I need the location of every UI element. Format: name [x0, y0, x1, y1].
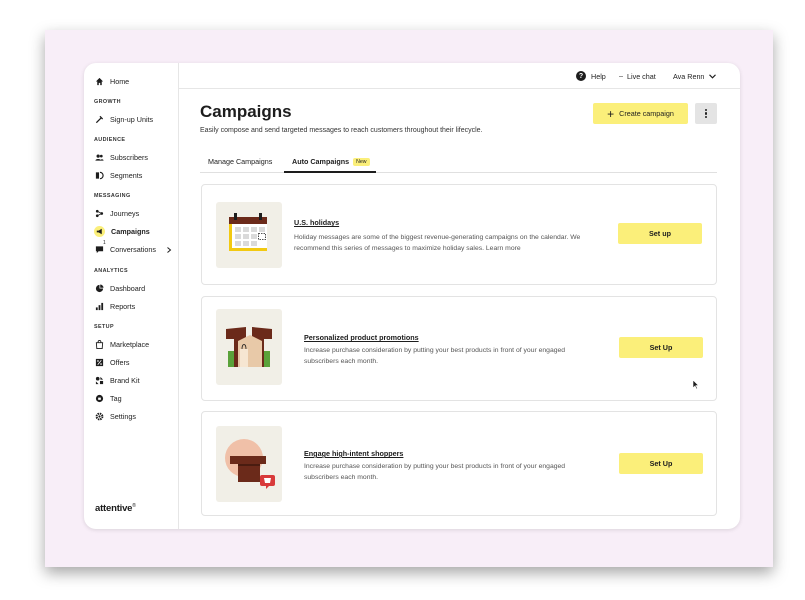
sidebar-item-label: Marketplace [110, 339, 150, 349]
live-chat-link[interactable]: Live chat [619, 70, 656, 82]
section-messaging: MESSAGING [94, 193, 131, 199]
sidebar-item-label: Settings [110, 411, 136, 421]
active-tab-indicator [284, 171, 376, 173]
help-icon: ? [576, 71, 586, 81]
setup-button[interactable]: Set up [618, 223, 702, 244]
tab-manage-campaigns[interactable]: Manage Campaigns [208, 157, 272, 166]
user-name: Ava Renn [673, 71, 705, 81]
sidebar-item-conversations[interactable]: 1 Conversations [94, 240, 156, 256]
journeys-icon [94, 208, 104, 218]
conversations-badge: 1 [103, 240, 106, 246]
tab-auto-campaigns[interactable]: Auto Campaigns New [292, 157, 370, 166]
sidebar-item-label: Home [110, 76, 130, 86]
tag-icon [94, 393, 104, 403]
card-title[interactable]: Personalized product promotions [304, 333, 419, 342]
campaign-tabs: Manage Campaigns Auto Campaigns New [200, 149, 717, 173]
create-campaign-label: Create campaign [619, 109, 674, 118]
section-setup: SETUP [94, 324, 114, 330]
sidebar-item-label: Dashboard [110, 283, 146, 293]
live-chat-icon [619, 75, 623, 77]
card-title[interactable]: U.S. holidays [294, 218, 339, 227]
new-badge: New [353, 158, 370, 166]
page-subtitle: Easily compose and send targeted message… [200, 127, 483, 134]
card-description: Holiday messages are some of the biggest… [294, 234, 581, 252]
sidebar-item-label: Offers [110, 357, 130, 367]
signup-units-icon [94, 114, 104, 124]
card-description: Increase purchase consideration by putti… [304, 463, 566, 481]
brand-kit-icon [94, 375, 104, 385]
chevron-right-icon[interactable] [166, 247, 172, 253]
live-chat-label: Live chat [627, 71, 656, 81]
sidebar-item-label: Campaigns [111, 226, 150, 236]
home-icon [94, 76, 104, 86]
chat-icon: 1 [94, 240, 106, 254]
section-audience: AUDIENCE [94, 137, 126, 143]
pie-chart-icon [94, 283, 104, 293]
campaign-card-high-intent-shoppers: Engage high-intent shoppers Increase pur… [201, 411, 717, 516]
gear-icon [94, 411, 104, 421]
shopping-bag-icon [94, 339, 104, 349]
segments-icon [94, 170, 104, 180]
sidebar-item-label: Subscribers [110, 152, 148, 162]
users-icon [94, 152, 104, 162]
offers-icon [94, 357, 104, 367]
sidebar-item-label: Conversations [110, 244, 156, 254]
sidebar-item-reports[interactable]: Reports [94, 299, 135, 313]
brand-logo: attentive® [95, 503, 136, 515]
sidebar-item-marketplace[interactable]: Marketplace [94, 337, 149, 351]
high-intent-shoppers-illustration [216, 426, 282, 502]
sidebar-item-label: Segments [110, 170, 143, 180]
plus-icon: + [607, 106, 615, 121]
sidebar-item-settings[interactable]: Settings [94, 409, 136, 423]
product-promotions-illustration [216, 309, 282, 385]
sidebar-item-label: Sign-up Units [110, 114, 154, 124]
create-campaign-button[interactable]: + Create campaign [593, 103, 688, 124]
campaign-card-product-promotions: Personalized product promotions Increase… [201, 296, 717, 401]
sidebar-item-signup-units[interactable]: Sign-up Units [94, 112, 153, 126]
card-title[interactable]: Engage high-intent shoppers [304, 449, 403, 458]
sidebar-item-campaigns[interactable]: Campaigns [94, 224, 150, 238]
calendar-illustration [216, 202, 282, 268]
sidebar-item-label: Tag [110, 393, 122, 403]
setup-button[interactable]: Set Up [619, 337, 703, 358]
sidebar-item-dashboard[interactable]: Dashboard [94, 281, 145, 295]
section-analytics: ANALYTICS [94, 268, 128, 274]
app-window: Home GROWTH Sign-up Units AUDIENCE Subsc… [84, 63, 740, 529]
section-growth: GROWTH [94, 99, 121, 105]
chevron-down-icon [709, 73, 717, 79]
setup-button[interactable]: Set Up [619, 453, 703, 474]
sidebar: Home GROWTH Sign-up Units AUDIENCE Subsc… [84, 63, 179, 529]
bar-chart-icon [94, 301, 104, 311]
help-label: Help [591, 71, 606, 81]
sidebar-item-label: Journeys [110, 208, 140, 218]
more-vertical-icon [704, 108, 708, 119]
sidebar-item-subscribers[interactable]: Subscribers [94, 150, 148, 164]
sidebar-item-offers[interactable]: Offers [94, 355, 129, 369]
card-description: Increase purchase consideration by putti… [304, 347, 566, 365]
megaphone-icon [94, 225, 105, 237]
sidebar-item-segments[interactable]: Segments [94, 168, 142, 182]
sidebar-item-journeys[interactable]: Journeys [94, 206, 139, 220]
campaign-card-holidays: U.S. holidays Holiday messages are some … [201, 184, 717, 285]
sidebar-item-tag[interactable]: Tag [94, 391, 122, 405]
sidebar-item-home[interactable]: Home [94, 74, 129, 88]
user-menu[interactable]: Ava Renn [673, 70, 717, 82]
more-options-button[interactable] [695, 103, 717, 124]
help-link[interactable]: ? Help [576, 70, 606, 82]
sidebar-item-brand-kit[interactable]: Brand Kit [94, 373, 140, 387]
page-title: Campaigns [200, 102, 292, 121]
sidebar-item-label: Reports [110, 301, 136, 311]
mouse-pointer-icon [692, 379, 700, 390]
sidebar-item-label: Brand Kit [110, 375, 140, 385]
top-bar: ? Help Live chat Ava Renn [179, 63, 740, 89]
